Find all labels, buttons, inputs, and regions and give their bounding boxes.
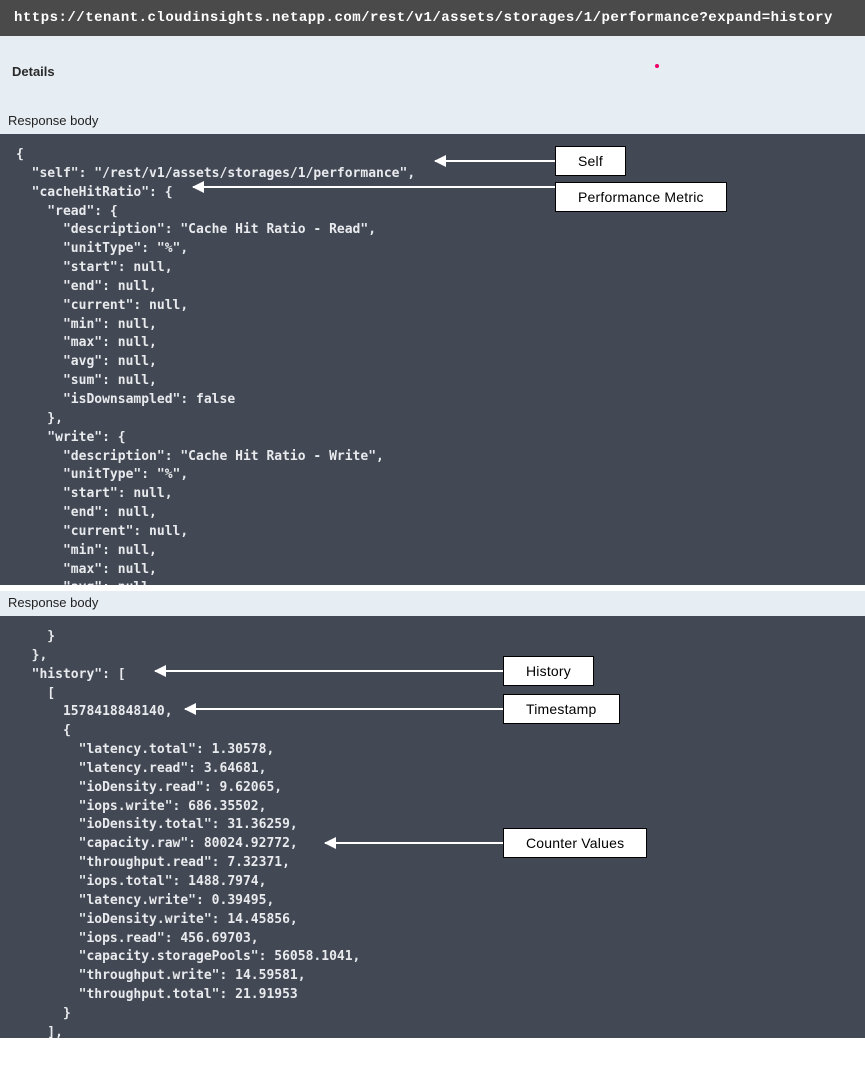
- url-bar: https://tenant.cloudinsights.netapp.com/…: [0, 0, 865, 36]
- response-body-code-1: { "self": "/rest/v1/assets/storages/1/pe…: [0, 134, 865, 585]
- response-body-label-2: Response body: [0, 591, 865, 616]
- response-body-label-1: Response body: [0, 109, 865, 134]
- response-body-code-2: } }, "history": [ [ 1578418848140, { "la…: [0, 616, 865, 1038]
- code-text-1: { "self": "/rest/v1/assets/storages/1/pe…: [16, 146, 851, 585]
- details-heading: Details: [0, 36, 865, 97]
- code-text-2: } }, "history": [ [ 1578418848140, { "la…: [16, 628, 851, 1038]
- url-text: https://tenant.cloudinsights.netapp.com/…: [14, 10, 833, 26]
- decorative-dot: [655, 64, 659, 68]
